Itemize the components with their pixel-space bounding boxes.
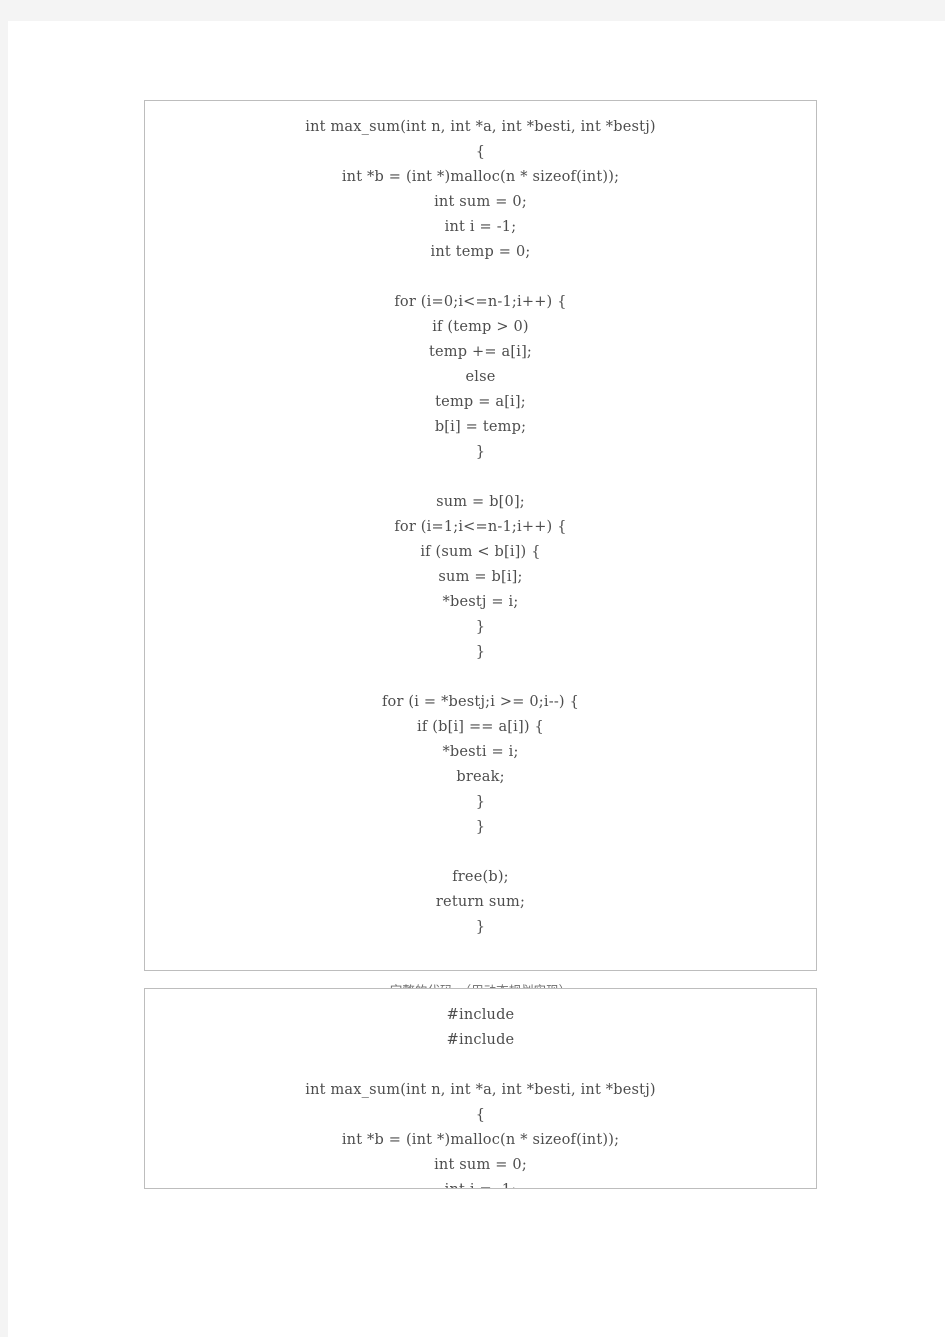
code-line: int *b = (int *)malloc(n * sizeof(int)); bbox=[341, 1132, 620, 1148]
code-line: } bbox=[475, 794, 486, 810]
code-line: if (b[i] == a[i]) { bbox=[417, 719, 544, 735]
code-line: *bestj = i; bbox=[442, 594, 519, 610]
code-line: int sum = 0; bbox=[434, 1157, 527, 1173]
code-line: sum = b[0]; bbox=[436, 494, 525, 510]
code-line: } bbox=[475, 619, 486, 635]
code-line: free(b); bbox=[452, 869, 509, 885]
code-listing-1[interactable]: int max_sum(int n, int *a, int *besti, i… bbox=[145, 101, 816, 950]
code-line: temp = a[i]; bbox=[435, 394, 526, 410]
code-line: if (sum < b[i]) { bbox=[420, 544, 541, 560]
code-line: temp += a[i]; bbox=[428, 344, 533, 360]
code-line: break; bbox=[456, 769, 505, 785]
code-line: } bbox=[475, 644, 486, 660]
code-line: int i = -1; bbox=[444, 219, 517, 235]
code-line: b[i] = temp; bbox=[434, 419, 527, 435]
code-line: int *b = (int *)malloc(n * sizeof(int)); bbox=[341, 169, 620, 185]
code-line: } bbox=[475, 919, 486, 935]
code-line: int max_sum(int n, int *a, int *besti, i… bbox=[305, 1082, 656, 1098]
code-line: if (temp > 0) bbox=[432, 319, 529, 335]
document-page: int max_sum(int n, int *a, int *besti, i… bbox=[8, 21, 945, 1337]
code-line: { bbox=[475, 1107, 486, 1123]
code-block-partial-function: int max_sum(int n, int *a, int *besti, i… bbox=[144, 100, 817, 971]
code-line: *besti = i; bbox=[442, 744, 519, 760]
code-line: #include bbox=[446, 1032, 515, 1048]
code-line: int max_sum(int n, int *a, int *besti, i… bbox=[305, 119, 656, 135]
viewer-left-band bbox=[0, 21, 8, 1337]
viewer-top-band bbox=[0, 0, 945, 21]
code-line: #include bbox=[446, 1007, 515, 1023]
code-line: } bbox=[475, 819, 486, 835]
code-line: else bbox=[465, 369, 496, 385]
code-block-full-program: #include #include int max_sum(int n, int … bbox=[144, 988, 817, 1189]
code-line: for (i = *bestj;i >= 0;i--) { bbox=[381, 694, 580, 710]
code-line: for (i=1;i<=n-1;i++) { bbox=[394, 519, 567, 535]
code-line: int temp = 0; bbox=[430, 244, 531, 260]
code-listing-2[interactable]: #include #include int max_sum(int n, int … bbox=[145, 989, 816, 1188]
code-line: } bbox=[475, 444, 486, 460]
code-line: int sum = 0; bbox=[434, 194, 527, 210]
code-line: for (i=0;i<=n-1;i++) { bbox=[394, 294, 567, 310]
code-line: sum = b[i]; bbox=[438, 569, 523, 585]
code-line: int i = -1; bbox=[155, 1178, 806, 1188]
code-line: return sum; bbox=[435, 894, 526, 910]
code-line: { bbox=[475, 144, 486, 160]
